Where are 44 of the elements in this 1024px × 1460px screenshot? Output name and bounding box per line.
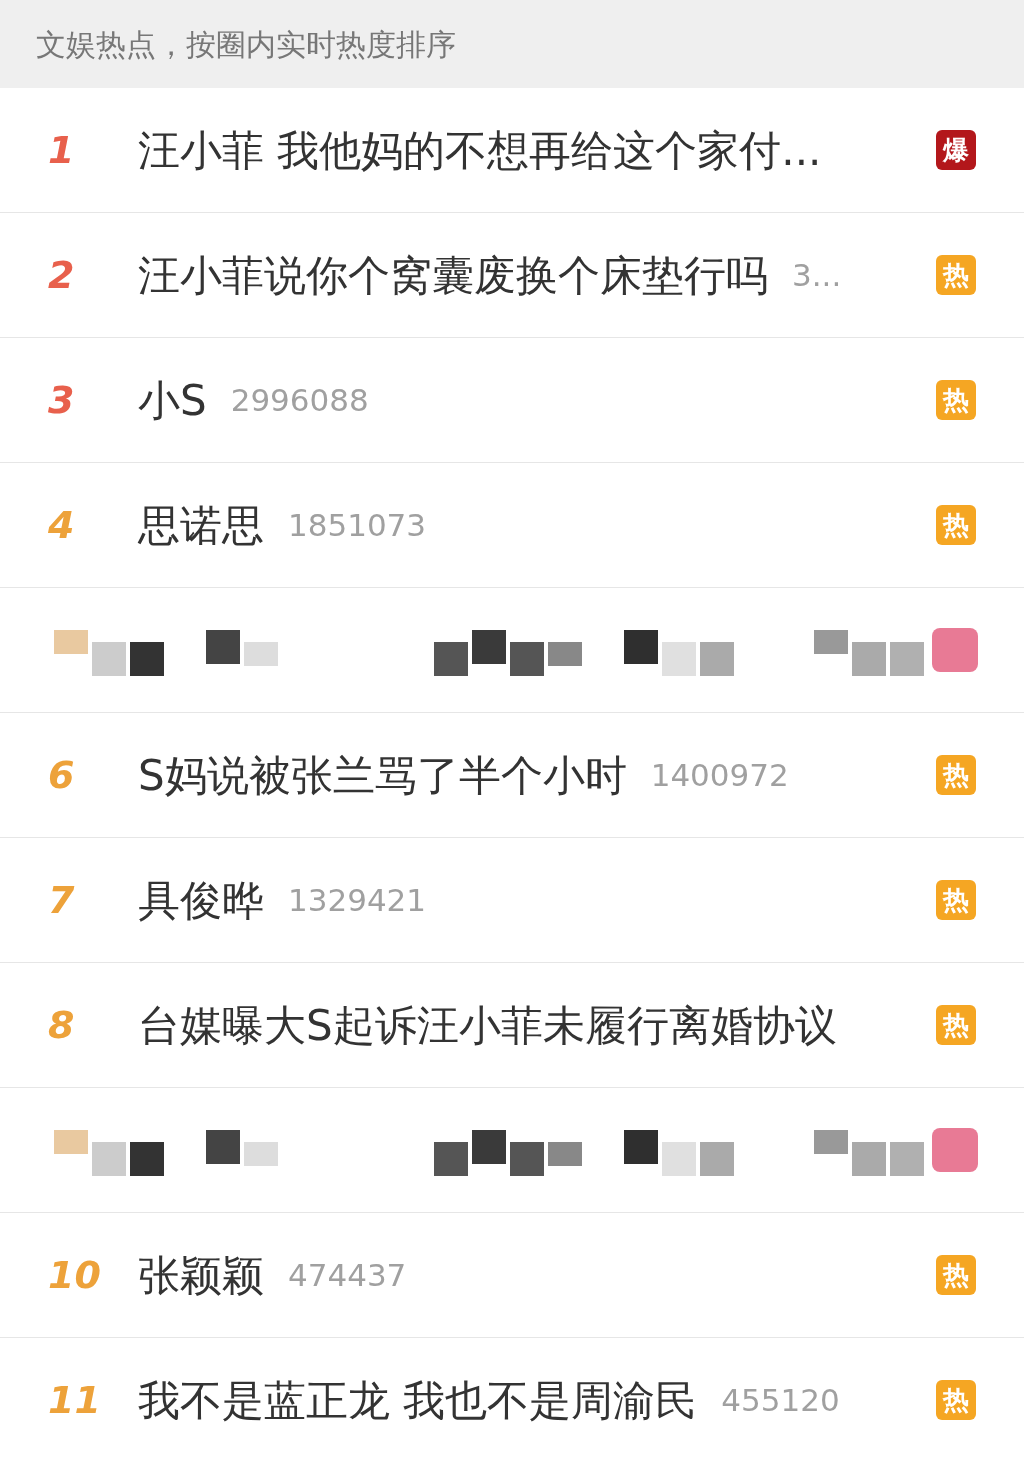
topic-title: S妈说被张兰骂了半个小时 (138, 749, 627, 802)
list-item[interactable]: 8 台媒曝大S起诉汪小菲未履行离婚协议 (0, 963, 936, 1087)
topic-title: 思诺思 (138, 499, 264, 552)
heat-count: 455120 (721, 1380, 840, 1420)
rank-number: 7 (47, 876, 76, 924)
heat-count: 474437 (288, 1255, 407, 1295)
rank-number: 10 (47, 1251, 100, 1299)
heat-badge: 爆 (936, 130, 976, 170)
topic-title: 汪小菲说你个窝囊废换个床垫行吗 (138, 249, 768, 302)
rank-number: 3 (47, 376, 76, 424)
heat-badge: 热 (936, 1005, 976, 1045)
topic-title: 汪小菲 我他妈的不想再给这个家付... (138, 124, 822, 177)
heat-count: 3... (792, 255, 842, 295)
heat-count: 1400972 (650, 755, 789, 795)
topic-title: 张颖颖 (138, 1249, 264, 1302)
heat-badge: 热 (936, 880, 976, 920)
heat-badge: 热 (936, 1380, 976, 1420)
rank-number: 1 (47, 126, 76, 174)
list-item[interactable]: 11 我不是蓝正龙 我也不是周渝民 455120 (0, 1338, 936, 1460)
rank-number: 11 (47, 1376, 100, 1424)
heat-badge: 热 (936, 1255, 976, 1295)
rank-number: 8 (47, 1001, 76, 1049)
topic-title: 台媒曝大S起诉汪小菲未履行离婚协议 (138, 999, 837, 1052)
list-item[interactable]: 7 具俊晔 1329421 (0, 838, 936, 962)
rank-number: 2 (47, 251, 76, 299)
heat-count: 2996088 (230, 380, 369, 420)
heat-badge: 热 (936, 755, 976, 795)
heat-count: 1851073 (288, 505, 427, 545)
header-text: 文娱热点，按圈内实时热度排序 (36, 25, 456, 64)
rank-number: 6 (47, 751, 76, 799)
list-item[interactable]: 2 汪小菲说你个窝囊废换个床垫行吗 3... (0, 213, 936, 337)
heat-count: 1329421 (288, 880, 427, 920)
heat-badge: 热 (936, 505, 976, 545)
list-item[interactable]: 10 张颖颖 474437 (0, 1213, 936, 1337)
list-item[interactable]: 1 汪小菲 我他妈的不想再给这个家付... (0, 88, 936, 212)
list-item[interactable]: 3 小S 2996088 (0, 338, 936, 462)
heat-badge: 热 (936, 380, 976, 420)
topic-title: 具俊晔 (138, 874, 264, 927)
list-item[interactable]: 6 S妈说被张兰骂了半个小时 1400972 (0, 713, 936, 837)
rank-number: 4 (47, 501, 76, 549)
list-item[interactable]: 4 思诺思 1851073 (0, 463, 936, 587)
heat-badge: 热 (936, 255, 976, 295)
topic-title: 小S (138, 374, 207, 427)
topic-title: 我不是蓝正龙 我也不是周渝民 (138, 1374, 698, 1427)
